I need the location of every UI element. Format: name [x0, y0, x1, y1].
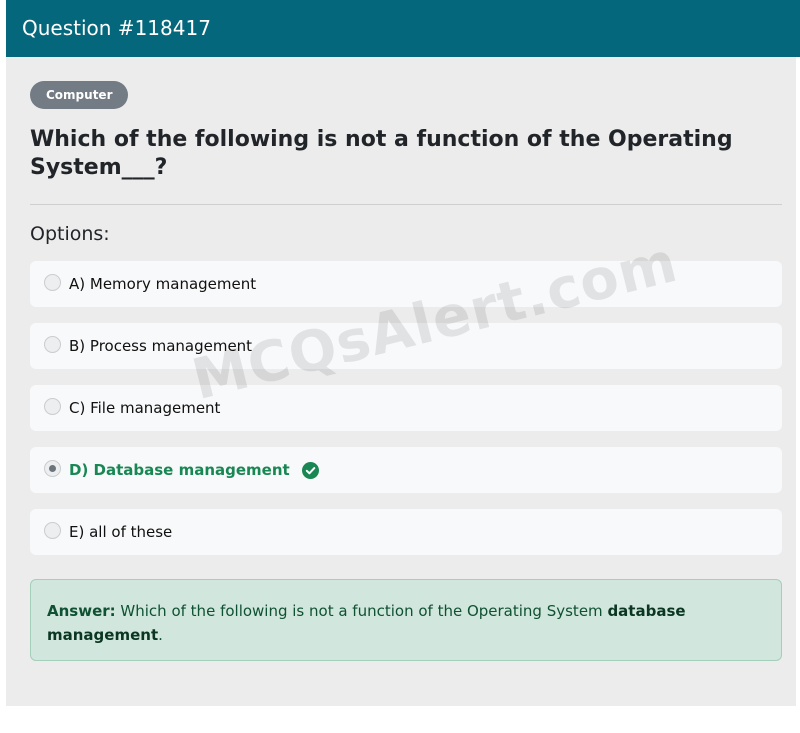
- option-label: C) File management: [69, 399, 221, 417]
- option-label: B) Process management: [69, 337, 253, 355]
- option-label: E) all of these: [69, 523, 173, 541]
- question-line-1: Which of the following is not a function…: [30, 127, 733, 152]
- question-number-title: Question #118417: [22, 16, 211, 40]
- radio-button[interactable]: [44, 335, 61, 353]
- option-c[interactable]: C) File management: [30, 385, 782, 431]
- answer-box: Answer: Which of the following is not a …: [30, 579, 782, 661]
- radio-button[interactable]: [44, 397, 61, 415]
- option-label: A) Memory management: [69, 275, 257, 293]
- option-b[interactable]: B) Process management: [30, 323, 782, 369]
- radio-button[interactable]: [44, 521, 61, 539]
- radio-button[interactable]: [44, 273, 61, 291]
- option-d[interactable]: D) Database management: [30, 447, 782, 493]
- card-header: Question #118417: [6, 0, 800, 57]
- option-a[interactable]: A) Memory management: [30, 261, 782, 307]
- divider: [30, 204, 782, 205]
- option-e[interactable]: E) all of these: [30, 509, 782, 555]
- option-label: D) Database management: [69, 461, 290, 479]
- answer-text: Which of the following is not a function…: [115, 602, 608, 620]
- options-heading: Options:: [30, 223, 110, 245]
- answer-period: .: [158, 626, 163, 644]
- question-card: Question #118417 Computer Which of the f…: [0, 0, 800, 706]
- radio-button-selected[interactable]: [44, 459, 61, 477]
- question-line-2: System___?: [30, 155, 168, 180]
- check-circle-icon: [301, 461, 319, 479]
- question-text: Which of the following is not a function…: [30, 126, 750, 182]
- answer-label: Answer:: [47, 602, 116, 620]
- category-badge[interactable]: Computer: [30, 81, 129, 109]
